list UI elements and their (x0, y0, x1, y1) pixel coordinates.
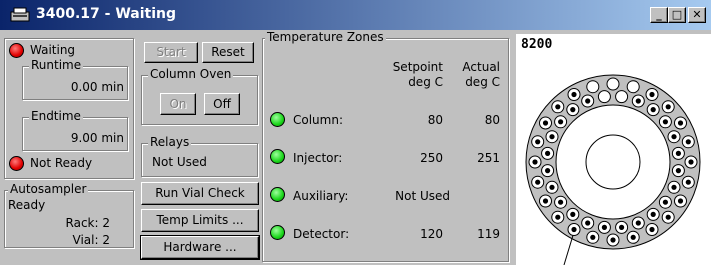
vial-filled-marker (675, 168, 681, 174)
runtime-value: 0.00 min (70, 80, 124, 94)
start-button[interactable]: Start (144, 42, 198, 63)
vial-filled-marker (665, 214, 671, 220)
actual-unit: deg C (465, 75, 500, 89)
hardware-button[interactable]: Hardware ... (141, 236, 259, 259)
vial-filled-marker (610, 237, 616, 243)
run-vial-check-button[interactable]: Run Vial Check (141, 182, 259, 205)
reset-button[interactable]: Reset (202, 42, 254, 63)
vial-filled-marker (635, 220, 641, 226)
vial-filled-marker (570, 211, 576, 217)
vial-filled-marker (688, 159, 694, 165)
minimize-button[interactable]: _ (650, 7, 668, 23)
vial-filled-marker (649, 91, 655, 98)
zone-setpoint: 120 (420, 227, 443, 241)
vial-filled-marker (671, 184, 677, 190)
vial-slot[interactable] (615, 90, 629, 104)
column-oven-group: Column Oven (141, 67, 258, 125)
not-ready-led-icon (9, 156, 24, 171)
maximize-button[interactable]: □ (668, 7, 686, 23)
relays-label: Relays (148, 135, 192, 149)
vial-filled-marker (649, 226, 655, 233)
vial-filled-marker (571, 91, 577, 98)
window-title: 3400.17 - Waiting (36, 6, 176, 22)
vial-filled-marker (630, 234, 636, 240)
vial-filled-marker (650, 211, 656, 217)
setpoint-header: Setpoint (392, 60, 443, 74)
vial-filled-marker (677, 198, 684, 204)
vial-filled-marker (558, 119, 564, 125)
rack-value: Rack: 2 (65, 216, 110, 230)
vial-slot[interactable] (606, 77, 620, 91)
zone-name: Column: (293, 113, 343, 127)
vial-filled-marker (549, 184, 555, 190)
vial-filled-marker (685, 139, 691, 145)
autosampler-label: Autosampler (8, 182, 89, 196)
vial-filled-marker (665, 104, 671, 110)
vial-filled-marker (601, 224, 607, 230)
ready-status: Not Ready (30, 156, 93, 170)
temp-limits-button[interactable]: Temp Limits ... (141, 209, 259, 232)
autosampler-state: Ready (8, 198, 46, 212)
endtime-label: Endtime (29, 109, 83, 123)
close-button[interactable]: ✕ (688, 7, 706, 23)
vial-filled-marker (542, 120, 549, 126)
zone-name: Auxiliary: (293, 189, 349, 203)
zone-actual: 119 (477, 227, 500, 241)
zone-setpoint: 80 (427, 113, 443, 127)
vial-filled-marker (677, 120, 684, 126)
vial-filled-marker (545, 150, 551, 156)
run-state: Waiting (30, 43, 76, 57)
zone-actual: 251 (477, 151, 500, 165)
auxiliary-zone-led-icon (270, 187, 285, 202)
oven-on-button[interactable]: On (160, 93, 196, 115)
vial-filled-marker (585, 220, 591, 226)
column-zone-led-icon (270, 112, 285, 127)
zone-name: Injector: (293, 151, 343, 165)
injector-zone-led-icon (270, 149, 285, 164)
vial-filled-marker (685, 179, 691, 185)
vial-slot[interactable] (597, 90, 611, 104)
vial-filled-marker (555, 104, 561, 110)
vial-filled-marker (585, 98, 591, 104)
vial-filled-marker (555, 214, 561, 220)
vial-filled-marker (662, 199, 668, 205)
vial-filled-marker (590, 234, 596, 240)
vial-slot[interactable] (586, 80, 600, 94)
zone-actual: 80 (484, 113, 500, 127)
vial-filled-marker (545, 168, 551, 174)
runtime-label: Runtime (29, 58, 84, 72)
vial-filled-marker (570, 107, 576, 113)
relays-value: Not Used (152, 155, 207, 169)
vial-filled-marker (532, 159, 538, 165)
vial-filled-marker (558, 199, 564, 205)
temperature-zones-label: Temperature Zones (265, 30, 386, 44)
waiting-led-icon (9, 43, 24, 58)
vial-filled-marker (671, 134, 677, 140)
vial-filled-marker (635, 98, 641, 104)
vial-filled-marker (542, 198, 549, 204)
zone-setpoint: Not Used (395, 189, 450, 203)
detector-zone-led-icon (270, 225, 285, 240)
vial-filled-marker (619, 224, 625, 230)
vial-filled-marker (571, 226, 577, 233)
vial-value: Vial: 2 (72, 233, 110, 247)
actual-header: Actual (462, 60, 500, 74)
oven-off-button[interactable]: Off (204, 93, 240, 115)
vial-filled-marker (650, 107, 656, 113)
vial-filled-marker (549, 134, 555, 140)
vial-slot[interactable] (626, 80, 640, 94)
vial-filled-marker (675, 150, 681, 156)
endtime-value: 9.00 min (70, 131, 124, 145)
zone-setpoint: 250 (420, 151, 443, 165)
vial-filled-marker (535, 139, 541, 145)
vial-carousel[interactable] (516, 34, 711, 265)
zone-name: Detector: (293, 227, 350, 241)
vial-filled-marker (535, 179, 541, 185)
column-oven-label: Column Oven (148, 67, 234, 81)
setpoint-unit: deg C (408, 75, 443, 89)
instrument-icon[interactable] (10, 7, 30, 23)
vial-filled-marker (662, 119, 668, 125)
